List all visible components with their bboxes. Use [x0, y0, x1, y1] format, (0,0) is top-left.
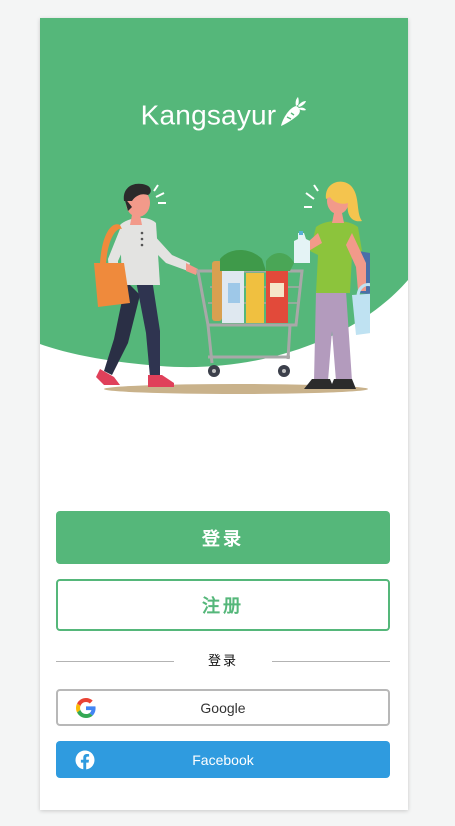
register-button-label: 注册 — [202, 596, 244, 616]
login-button-label: 登录 — [202, 528, 244, 549]
google-button-label: Google — [200, 699, 246, 716]
facebook-icon — [75, 750, 95, 770]
logo-text: Kangsayur — [140, 99, 277, 131]
facebook-button-label: Facebook — [192, 751, 254, 768]
facebook-login-button[interactable]: Facebook — [56, 741, 390, 778]
google-login-button[interactable]: Google — [56, 689, 390, 726]
register-button[interactable]: 注册 — [56, 579, 390, 631]
divider-line-right — [272, 661, 390, 662]
phone-screen: Kangsayur 登录 注册 登录 Google Facebook — [40, 18, 408, 810]
login-button[interactable]: 登录 — [56, 511, 390, 564]
app-logo: Kangsayur — [40, 96, 408, 135]
carrot-icon — [277, 96, 307, 135]
google-icon — [76, 697, 96, 718]
shopping-illustration — [94, 181, 370, 394]
login-divider: 登录 — [56, 652, 390, 670]
